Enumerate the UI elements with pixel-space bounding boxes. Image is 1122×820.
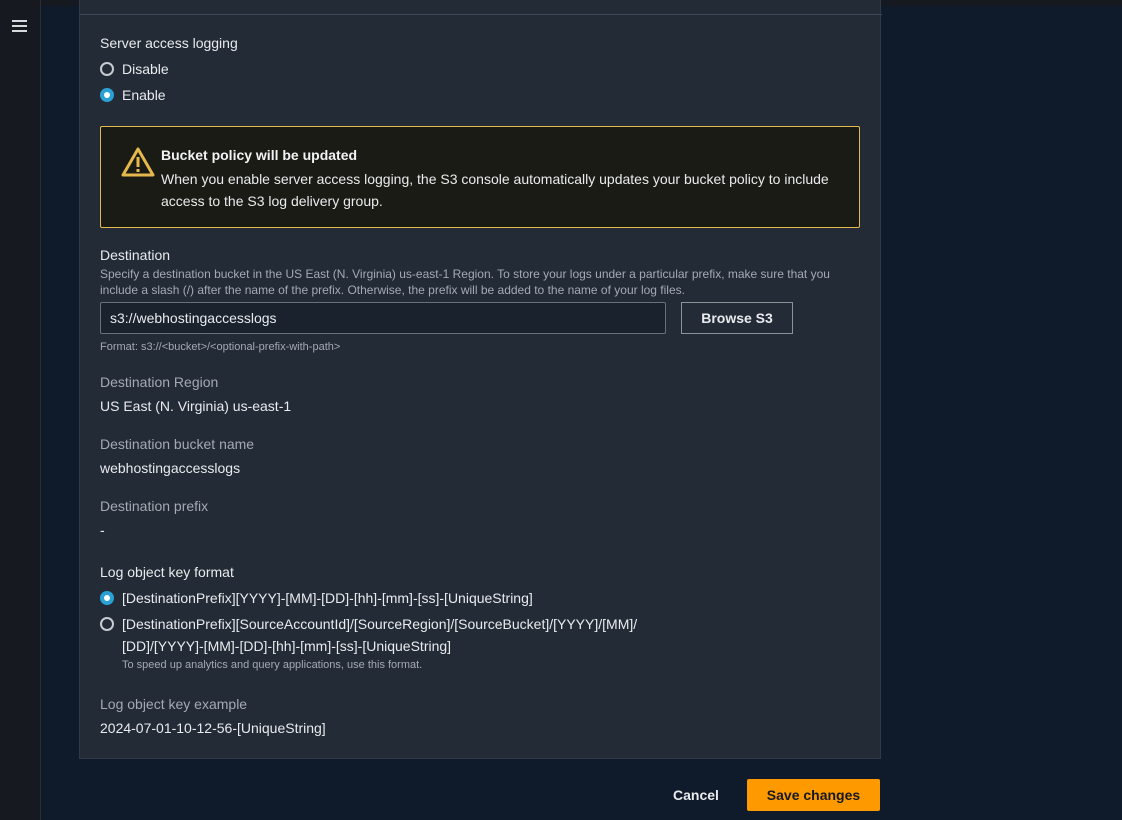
- radio-enable-label[interactable]: Enable: [122, 87, 166, 103]
- warning-alert: Bucket policy will be updated When you e…: [100, 126, 860, 228]
- destination-region-value: US East (N. Virginia) us-east-1: [100, 398, 292, 414]
- destination-description: Specify a destination bucket in the US E…: [100, 267, 830, 297]
- server-access-logging-label: Server access logging: [100, 35, 238, 51]
- radio-disable[interactable]: [100, 62, 114, 76]
- menu-icon[interactable]: [12, 20, 27, 34]
- log-key-format-label: Log object key format: [100, 564, 234, 580]
- browse-s3-button[interactable]: Browse S3: [681, 302, 793, 334]
- log-key-example-label: Log object key example: [100, 696, 248, 712]
- warning-title: Bucket policy will be updated: [161, 147, 358, 163]
- log-key-example-value: 2024-07-01-10-12-56-[UniqueString]: [100, 720, 326, 736]
- radio-disable-label[interactable]: Disable: [122, 61, 169, 77]
- destination-input[interactable]: s3://webhostingaccesslogs: [100, 302, 666, 334]
- radio-format-simple[interactable]: [100, 591, 114, 605]
- radio-format-simple-label[interactable]: [DestinationPrefix][YYYY]-[MM]-[DD]-[hh]…: [122, 590, 533, 606]
- destination-bucket-label: Destination bucket name: [100, 436, 255, 452]
- radio-format-partitioned[interactable]: [100, 617, 114, 631]
- destination-bucket-value: webhostingaccesslogs: [100, 460, 241, 476]
- destination-format-hint: Format: s3://<bucket>/<optional-prefix-w…: [100, 341, 341, 353]
- side-nav: [0, 0, 41, 820]
- save-changes-button[interactable]: Save changes: [747, 779, 880, 811]
- radio-enable[interactable]: [100, 88, 114, 102]
- destination-region-label: Destination Region: [100, 374, 219, 390]
- radio-format-partitioned-label-line1[interactable]: [DestinationPrefix][SourceAccountId]/[So…: [122, 616, 637, 632]
- destination-label: Destination: [100, 247, 171, 263]
- warning-icon: [121, 147, 155, 177]
- radio-format-partitioned-hint: To speed up analytics and query applicat…: [122, 659, 423, 671]
- radio-format-partitioned-label-line2[interactable]: [DD]/[YYYY]-[MM]-[DD]-[hh]-[mm]-[ss]-[Un…: [122, 638, 451, 654]
- warning-body: When you enable server access logging, t…: [161, 171, 829, 209]
- destination-prefix-label: Destination prefix: [100, 498, 209, 514]
- cancel-button[interactable]: Cancel: [660, 780, 732, 810]
- divider: [80, 14, 882, 15]
- destination-prefix-value: -: [100, 522, 105, 538]
